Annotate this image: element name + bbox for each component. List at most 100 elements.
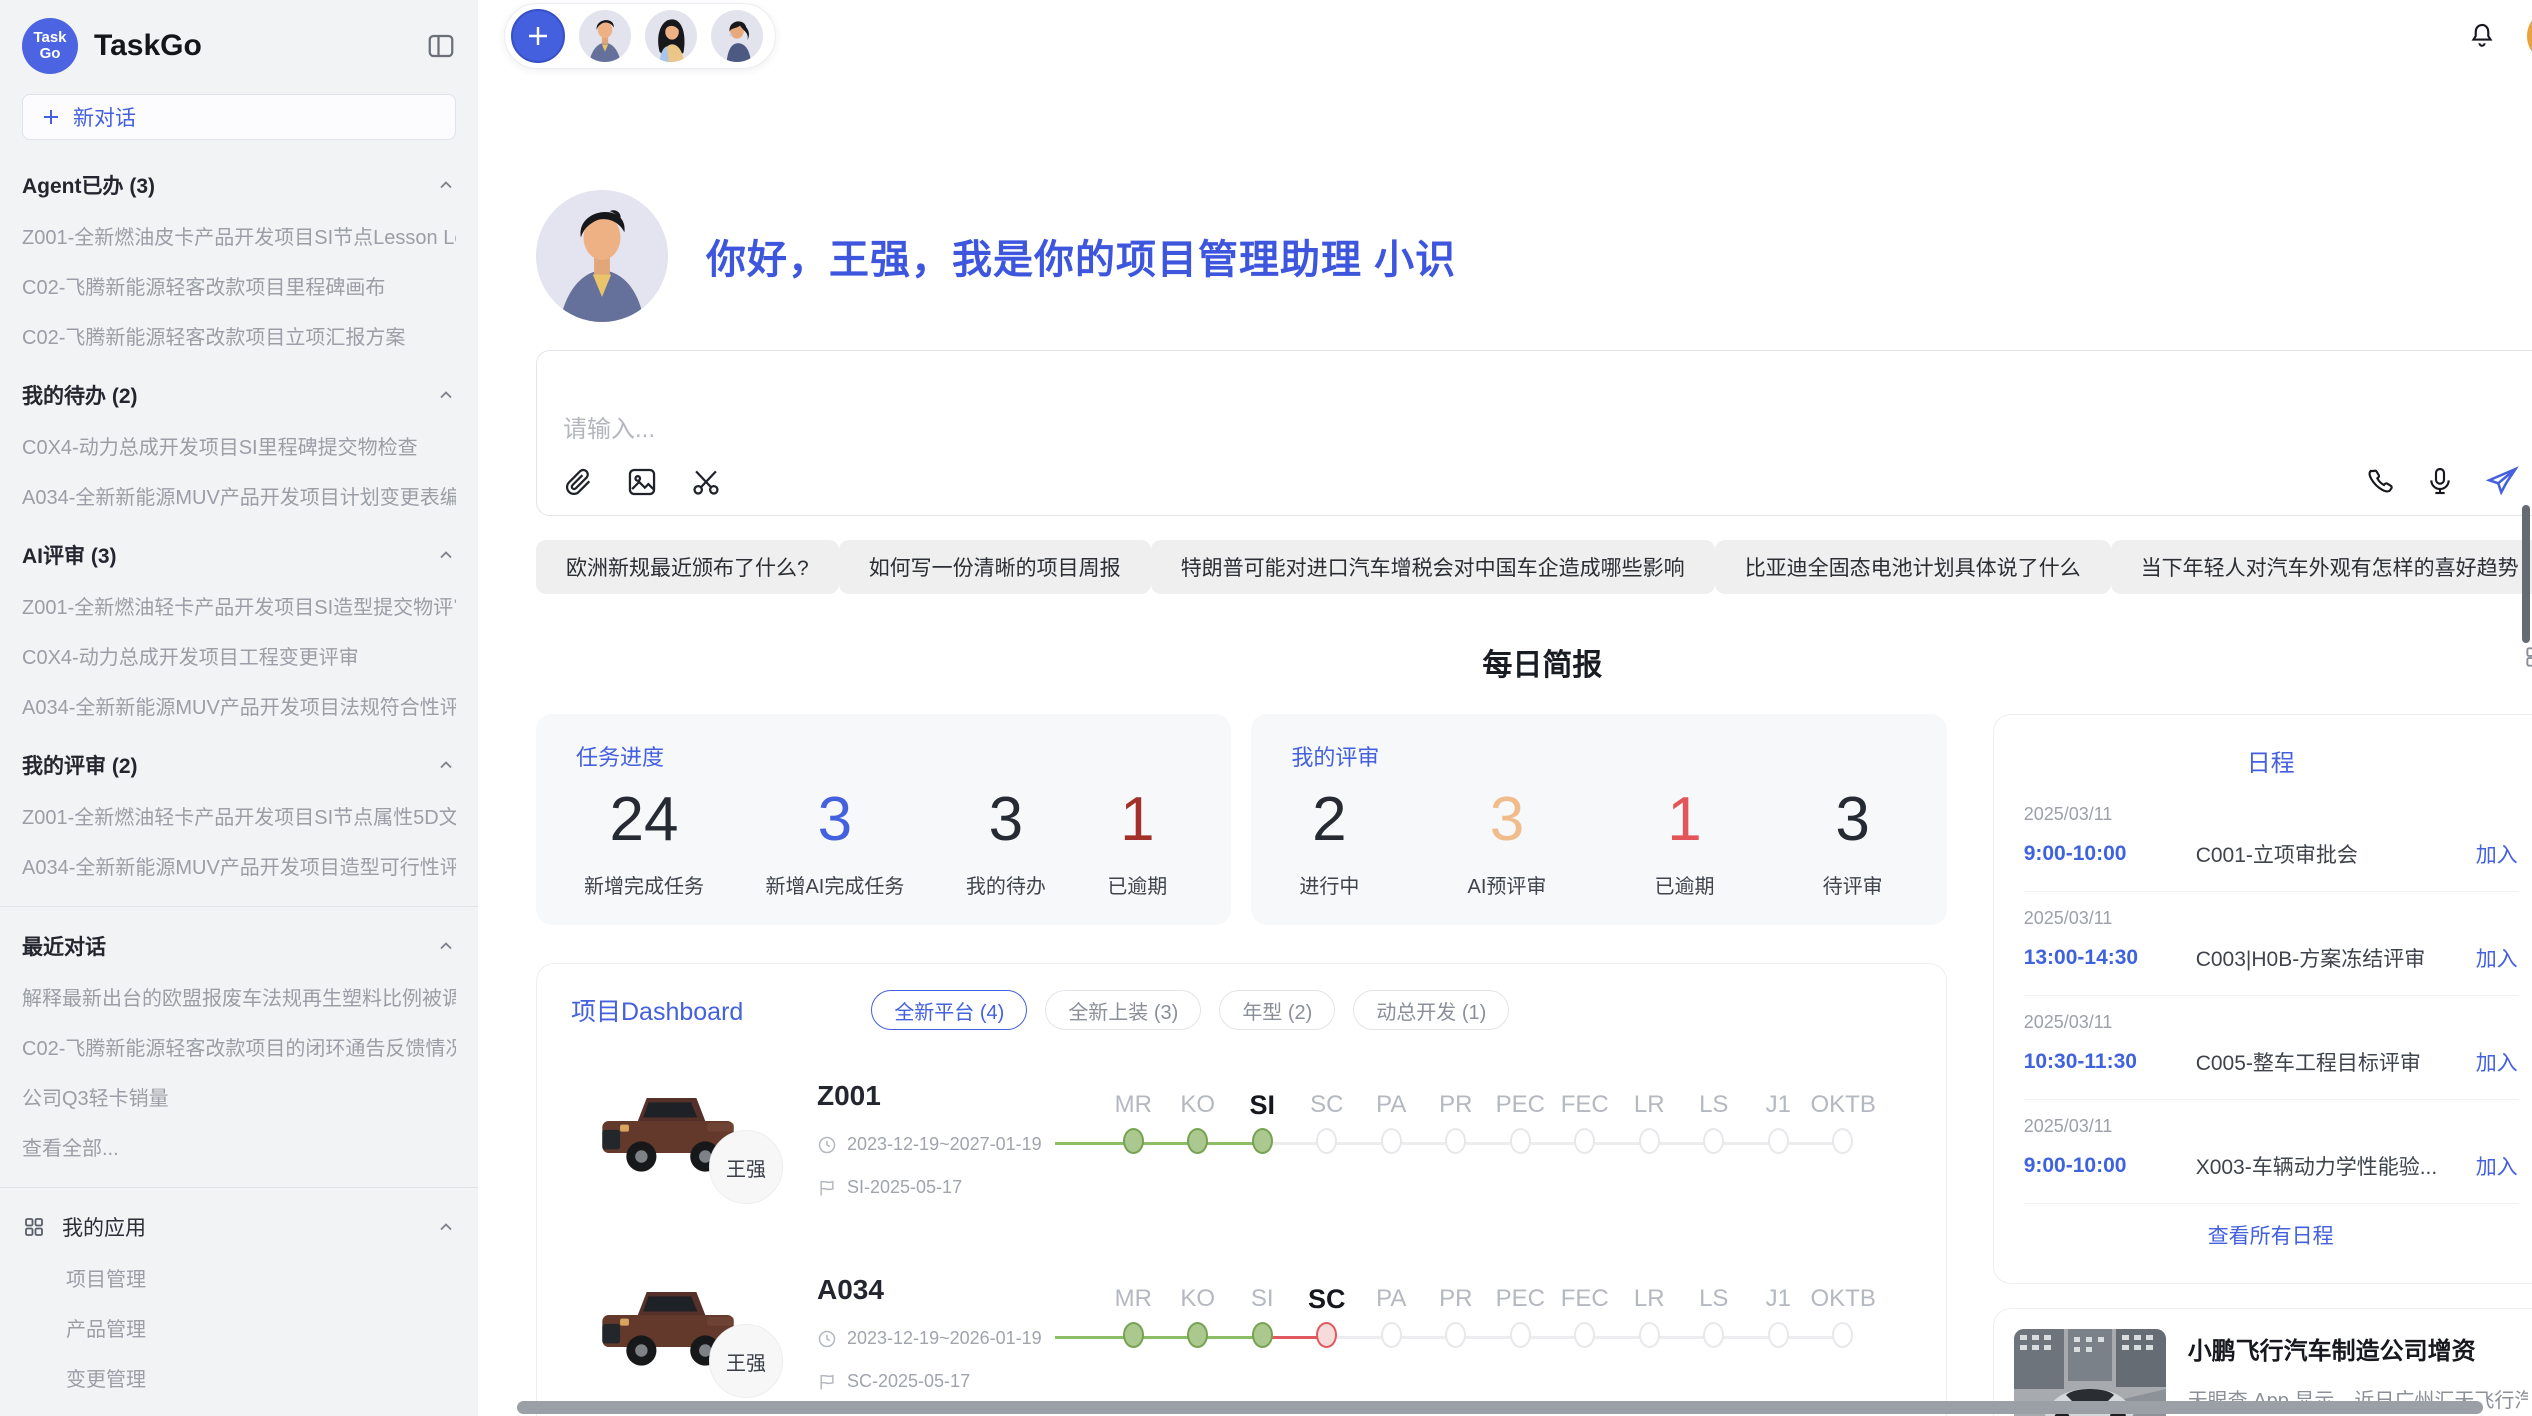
conversation-item[interactable]: C0X4-动力总成开发项目SI里程碑提交物检查 — [22, 431, 456, 460]
join-meeting-link[interactable]: 加入 — [2476, 839, 2518, 869]
join-meeting-link[interactable]: 加入 — [2476, 943, 2518, 973]
section-my-review[interactable]: 我的评审 (2) — [22, 750, 456, 780]
send-button[interactable] — [2484, 463, 2520, 499]
recent-chat-item[interactable]: C02-飞腾新能源轻客改款项目的闭环通告反馈情况 — [22, 1032, 456, 1061]
microphone-button[interactable] — [2424, 465, 2456, 497]
suggestion-chip[interactable]: 欧洲新规最近颁布了什么? — [536, 540, 839, 594]
milestone-pec: PEC — [1488, 1282, 1553, 1362]
right-column: 日程 2025/03/11 9:00-10:00 C001-立项审批会 加入 2… — [1993, 714, 2532, 1416]
vertical-scrollbar[interactable] — [2522, 505, 2530, 643]
horizontal-scrollbar[interactable] — [517, 1401, 2483, 1414]
stats-row: 任务进度 24 新增完成任务 3 新增AI完成任务 — [536, 714, 1947, 925]
left-column: 任务进度 24 新增完成任务 3 新增AI完成任务 — [536, 714, 1947, 1416]
news-title: 小鹏飞行汽车制造公司增资 — [2188, 1331, 2528, 1366]
project-owner-badge: 王强 — [709, 1130, 783, 1204]
milestone-pec: PEC — [1488, 1088, 1553, 1168]
join-meeting-link[interactable]: 加入 — [2476, 1151, 2518, 1181]
agent-avatar-3[interactable] — [711, 10, 763, 62]
collapse-sidebar-button[interactable] — [426, 31, 456, 61]
add-agent-button[interactable] — [511, 9, 565, 63]
project-dates: 2023-12-19~2027-01-19 — [817, 1134, 1047, 1155]
suggestion-chip[interactable]: 当下年轻人对汽车外观有怎样的喜好趋势 — [2111, 540, 2532, 594]
recent-chat-item[interactable]: 公司Q3轻卡销量 — [22, 1082, 456, 1111]
schedule-time: 9:00-10:00 — [2024, 1154, 2196, 1178]
view-all-chats[interactable]: 查看全部... — [22, 1132, 456, 1161]
milestone-dot — [1187, 1128, 1208, 1154]
app-item-change-mgmt[interactable]: 变更管理 — [66, 1363, 456, 1392]
sidebar-item-my-apps[interactable]: 我的应用 — [22, 1212, 456, 1242]
conversation-item[interactable]: A034-全新新能源MUV产品开发项目计划变更表编写 — [22, 481, 456, 510]
section-ai-review[interactable]: AI评审 (3) — [22, 540, 456, 570]
milestone-dot — [1123, 1322, 1144, 1348]
schedule-item: 2025/03/11 13:00-14:30 C003|H0B-方案冻结评审 加… — [2024, 891, 2518, 995]
attach-button[interactable] — [561, 465, 595, 499]
schedule-time: 13:00-14:30 — [2024, 946, 2196, 970]
conversation-item[interactable]: A034-全新新能源MUV产品开发项目法规符合性评审 — [22, 691, 456, 720]
schedule-title: 日程 — [2024, 737, 2518, 788]
agent-avatar-2[interactable] — [645, 10, 697, 62]
milestone-dot — [1574, 1128, 1595, 1154]
divider — [0, 1187, 478, 1188]
filter-chip-powertrain[interactable]: 动总开发 (1) — [1353, 990, 1509, 1030]
conversation-item[interactable]: C0X4-动力总成开发项目工程变更评审 — [22, 641, 456, 670]
conversation-item[interactable]: C02-飞腾新能源轻客改款项目里程碑画布 — [22, 271, 456, 300]
milestone-dot — [1445, 1128, 1466, 1154]
screenshot-button[interactable] — [689, 465, 723, 499]
briefing-layout-button[interactable] — [2523, 644, 2532, 670]
milestone-pa: PA — [1359, 1088, 1424, 1168]
milestone-j1: J1 — [1746, 1282, 1811, 1362]
sidebar-header: Task Go TaskGo — [22, 18, 456, 74]
flag-icon — [817, 1372, 837, 1392]
insert-image-button[interactable] — [625, 465, 659, 499]
schedule-item: 2025/03/11 9:00-10:00 C001-立项审批会 加入 — [2024, 788, 2518, 891]
app-item-product-mgmt[interactable]: 产品管理 — [66, 1313, 456, 1342]
project-row[interactable]: 王强 Z001 2023-12- — [567, 1074, 1916, 1224]
milestone-si: SI — [1230, 1282, 1295, 1362]
milestone-oktb: OKTB — [1811, 1088, 1876, 1168]
view-all-schedule-link[interactable]: 查看所有日程 — [2024, 1203, 2518, 1266]
stat-overdue: 1 已逾期 — [1107, 778, 1167, 899]
milestone-dot — [1187, 1322, 1208, 1348]
stat-review-overdue: 1 已逾期 — [1655, 778, 1715, 899]
conversation-item[interactable]: C02-飞腾新能源轻客改款项目立项汇报方案 — [22, 321, 456, 350]
chat-input[interactable] — [563, 409, 2522, 469]
schedule-card: 日程 2025/03/11 9:00-10:00 C001-立项审批会 加入 2… — [1993, 714, 2532, 1284]
section-title: 最近对话 — [22, 931, 106, 961]
schedule-name: C005-整车工程目标评审 — [2196, 1047, 2476, 1077]
suggestion-chip[interactable]: 如何写一份清晰的项目周报 — [839, 540, 1151, 594]
stat-value: 24 — [584, 778, 704, 862]
dashboard-filters: 全新平台 (4) 全新上装 (3) 年型 (2) 动总开发 (1) — [871, 990, 1509, 1030]
conversation-item[interactable]: A034-全新新能源MUV产品开发项目造型可行性评审 — [22, 851, 456, 880]
voice-call-button[interactable] — [2364, 465, 2396, 497]
schedule-name: X003-车辆动力学性能验... — [2196, 1151, 2476, 1181]
my-review-card: 我的评审 2 进行中 3 AI预评审 — [1251, 714, 1946, 925]
suggestion-chip[interactable]: 特朗普可能对进口汽车增税会对中国车企造成哪些影响 — [1151, 540, 1715, 594]
agent-avatar-pill — [504, 3, 776, 69]
section-agent-done[interactable]: Agent已办 (3) — [22, 170, 456, 200]
stat-label: 已逾期 — [1107, 870, 1167, 899]
agent-avatar-1[interactable] — [579, 10, 631, 62]
section-recent-chats[interactable]: 最近对话 — [22, 931, 456, 961]
suggestion-chip[interactable]: 比亚迪全固态电池计划具体说了什么 — [1715, 540, 2111, 594]
filter-chip-new-body[interactable]: 全新上装 (3) — [1045, 990, 1201, 1030]
recent-chat-item[interactable]: 解释最新出台的欧盟报废车法规再生塑料比例被调至15%... — [22, 982, 456, 1011]
filter-chip-model-year[interactable]: 年型 (2) — [1219, 990, 1335, 1030]
taskgo-logo: Task Go — [22, 18, 78, 74]
notifications-button[interactable] — [2467, 21, 2497, 51]
filter-chip-new-platform[interactable]: 全新平台 (4) — [871, 990, 1027, 1030]
app-item-project-mgmt[interactable]: 项目管理 — [66, 1263, 456, 1292]
section-my-todo[interactable]: 我的待办 (2) — [22, 380, 456, 410]
conversation-item[interactable]: Z001-全新燃油轻卡产品开发项目SI造型提交物评审 — [22, 591, 456, 620]
clock-icon — [817, 1329, 837, 1349]
project-row[interactable]: 王强 A034 2023-12- — [567, 1268, 1916, 1416]
dashboard-header: 项目Dashboard 全新平台 (4) 全新上装 (3) 年型 (2) 动总开… — [567, 990, 1916, 1030]
join-meeting-link[interactable]: 加入 — [2476, 1047, 2518, 1077]
conversation-item[interactable]: Z001-全新燃油轻卡产品开发项目SI节点属性5D文件评审 — [22, 801, 456, 830]
stat-my-todo: 3 我的待办 — [966, 778, 1046, 899]
stat-in-progress: 2 进行中 — [1299, 778, 1359, 899]
user-avatar[interactable]: 王强 — [2527, 9, 2532, 63]
news-card[interactable]: 小鹏飞行汽车制造公司增资 天眼查 App 显示，近日广州汇天飞行汽... — [1993, 1308, 2532, 1416]
project-visual: 王强 — [597, 1074, 817, 1224]
conversation-item[interactable]: Z001-全新燃油皮卡产品开发项目SI节点Lesson Learn报告 — [22, 221, 456, 250]
new-chat-button[interactable]: 新对话 — [22, 94, 456, 140]
